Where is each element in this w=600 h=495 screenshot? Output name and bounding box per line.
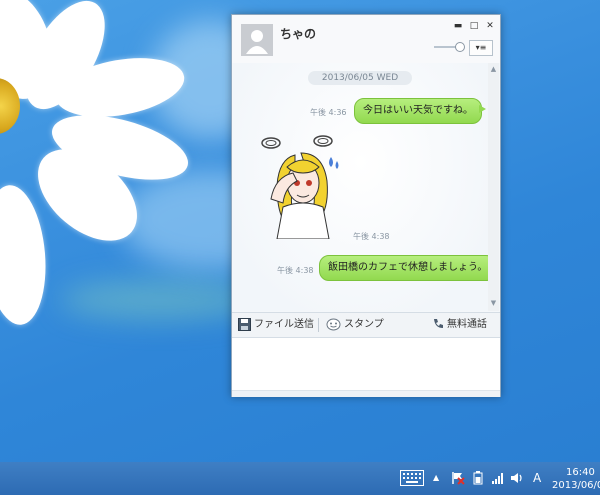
network-signal-icon[interactable] <box>491 471 505 485</box>
file-send-button[interactable]: ファイル送信 <box>238 317 314 333</box>
avatar[interactable] <box>241 24 273 56</box>
clock-time: 16:40 <box>566 467 595 478</box>
message-bubble-sent[interactable]: 飯田橋のカフェで休憩しましょう。 <box>319 255 488 281</box>
stamp-button[interactable]: スタンプ <box>326 317 384 333</box>
clock-date: 2013/06/0 <box>552 480 600 491</box>
sticker-face-icon <box>326 318 341 330</box>
message-bubble-sent[interactable]: 今日はいい天気ですね。 <box>354 98 486 124</box>
chat-scrollbar[interactable]: ▲ ▼ <box>488 63 499 311</box>
clock[interactable]: 16:40 2013/06/0 <box>552 466 600 492</box>
floppy-disk-icon <box>238 317 251 331</box>
scroll-up-icon[interactable]: ▲ <box>489 65 498 74</box>
free-call-button[interactable]: 無料通話 <box>432 317 487 333</box>
battery-icon[interactable] <box>472 471 484 485</box>
action-center-flag-icon[interactable] <box>451 471 465 485</box>
message-time: 午後 4:38 <box>277 266 314 275</box>
show-hidden-icons-icon[interactable]: ▲ <box>433 471 439 485</box>
keyboard-icon[interactable] <box>400 470 424 486</box>
chat-history[interactable]: 2013/06/05 WED 午後 4:36 今日はいい天気ですね。 午後 4:… <box>233 63 488 311</box>
daisy-petal <box>0 182 51 328</box>
date-separator: 2013/06/05 WED <box>308 71 412 85</box>
free-call-label: 無料通話 <box>447 319 487 330</box>
close-button[interactable]: ✕ <box>484 20 496 32</box>
rainbow-glow <box>60 280 260 320</box>
taskbar: ▲ A 16:40 2013/06/0 <box>0 462 600 495</box>
menu-button[interactable]: ▾≡ <box>469 40 493 56</box>
volume-slider[interactable] <box>434 42 465 52</box>
chat-toolbar: ファイル送信 スタンプ 無料通話 <box>232 312 500 338</box>
stamp-label: スタンプ <box>344 319 384 330</box>
file-send-label: ファイル送信 <box>254 319 314 330</box>
default-avatar-icon <box>246 30 268 54</box>
message-input[interactable] <box>232 338 500 390</box>
input-footer <box>232 390 500 397</box>
phone-icon <box>434 319 443 328</box>
title-bar[interactable]: ちゃの ▬ □ ✕ ▾≡ <box>232 15 500 63</box>
ime-mode-indicator[interactable]: A <box>533 471 541 485</box>
message-time: 午後 4:38 <box>353 232 390 241</box>
scroll-down-icon[interactable]: ▼ <box>489 299 498 308</box>
chat-window[interactable]: ちゃの ▬ □ ✕ ▾≡ 2013/06/05 WED 午後 4:36 今日はい… <box>231 14 501 397</box>
contact-name: ちゃの <box>280 27 317 41</box>
speaker-volume-icon[interactable] <box>510 471 524 485</box>
minimize-button[interactable]: ▬ <box>452 20 464 32</box>
toolbar-divider <box>318 318 319 332</box>
volume-slider-handle[interactable] <box>454 42 465 52</box>
message-time: 午後 4:36 <box>310 108 347 117</box>
maximize-button[interactable]: □ <box>468 20 480 32</box>
sticker-headache-girl-icon[interactable] <box>253 131 341 239</box>
